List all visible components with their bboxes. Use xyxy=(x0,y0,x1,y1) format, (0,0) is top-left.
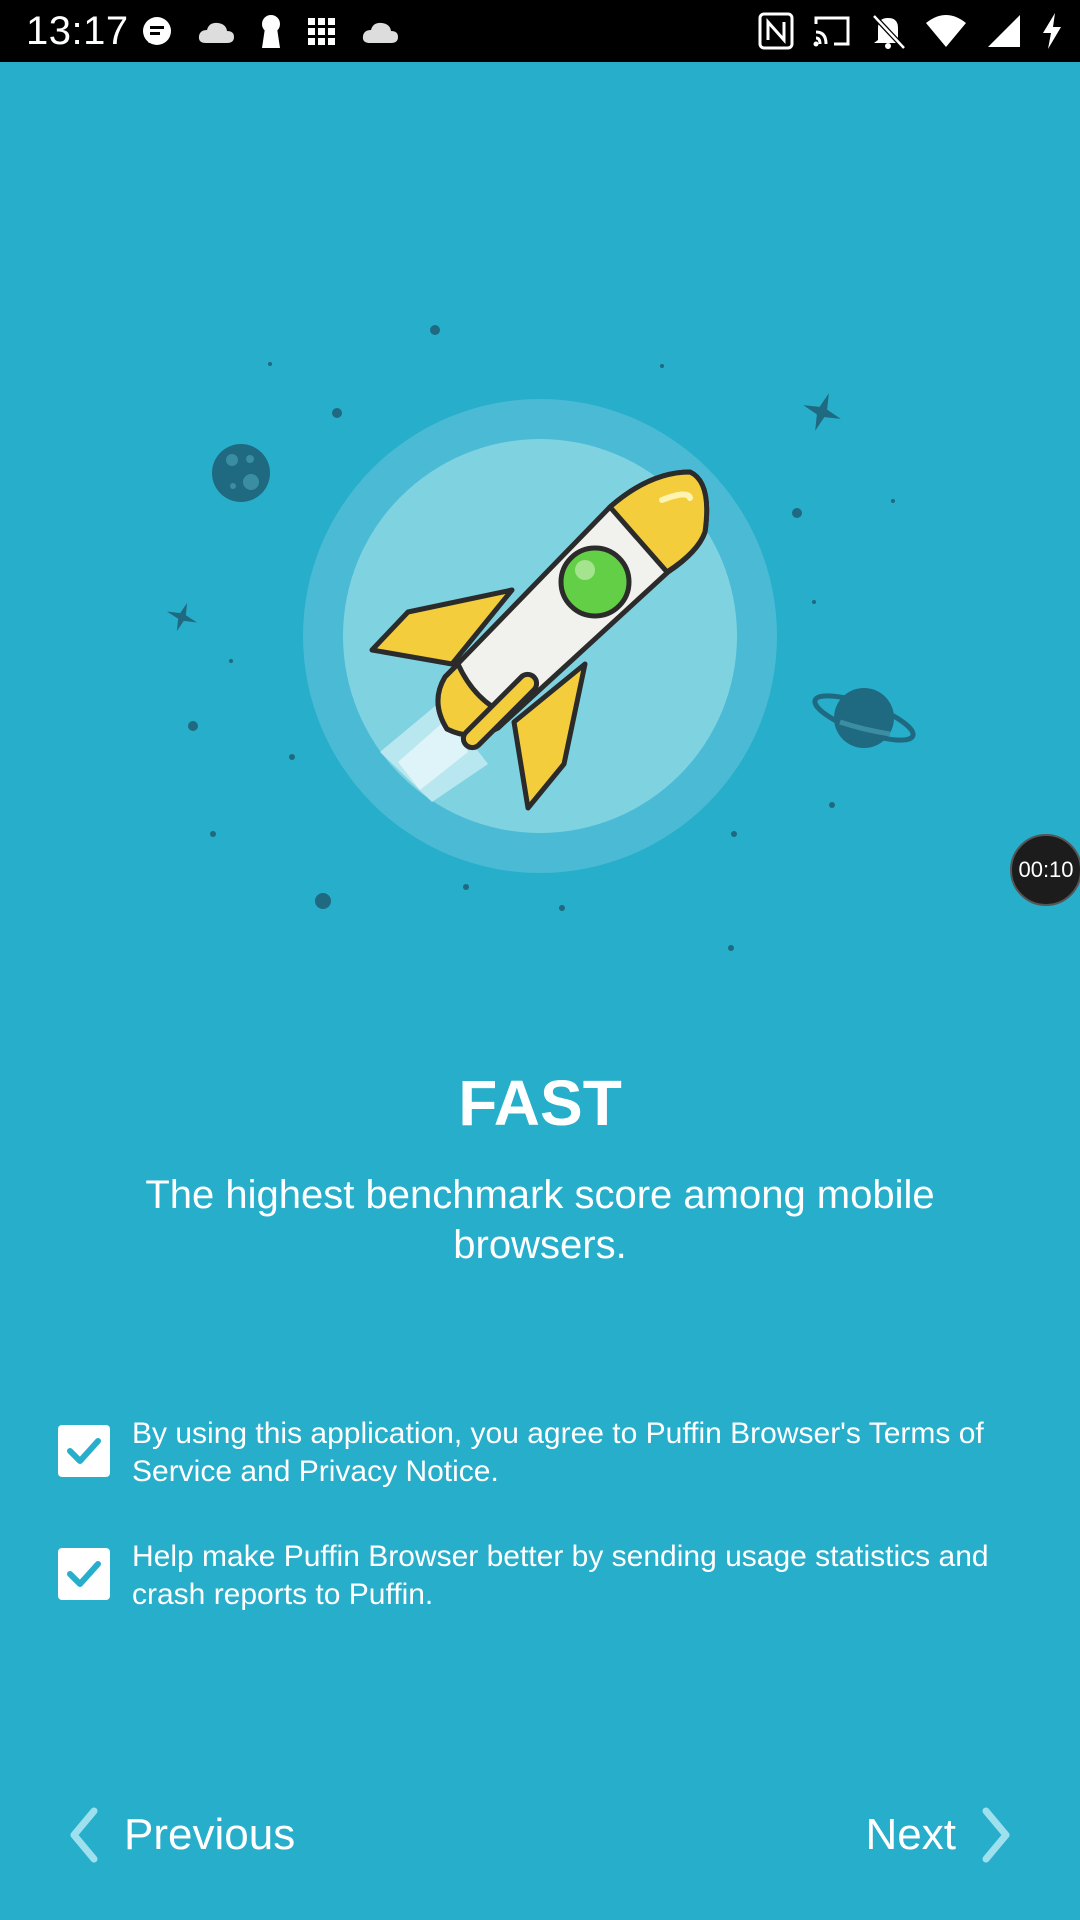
terms-checkbox[interactable] xyxy=(58,1425,110,1477)
previous-button[interactable]: Previous xyxy=(66,1800,295,1870)
feature-title: FAST xyxy=(458,1067,622,1139)
usage-stats-consent-row[interactable]: Help make Puffin Browser better by sendi… xyxy=(58,1538,1018,1614)
wifi-icon xyxy=(926,15,966,47)
notification-icons xyxy=(140,12,400,52)
terms-consent-row[interactable]: By using this application, you agree to … xyxy=(58,1415,1018,1491)
chevron-left-icon xyxy=(70,1807,98,1863)
terms-consent-label: By using this application, you agree to … xyxy=(132,1417,984,1488)
onboarding-screen: 00:10 xyxy=(0,62,1080,1920)
chat-bubble-icon xyxy=(143,17,171,45)
nfc-icon xyxy=(758,12,794,50)
rocket-illustration xyxy=(166,325,916,951)
checkmark-icon xyxy=(67,1438,101,1464)
chevron-right-icon xyxy=(982,1807,1010,1863)
previous-label: Previous xyxy=(124,1810,296,1859)
next-button[interactable]: Next xyxy=(866,1800,1014,1870)
moon-icon xyxy=(212,444,270,502)
bell-off-icon xyxy=(872,14,906,50)
keyhole-icon xyxy=(262,15,280,48)
feature-description: The highest benchmark score among mobile… xyxy=(145,1173,935,1267)
status-time: 13:17 xyxy=(26,9,129,53)
cloud-icon xyxy=(198,22,234,43)
next-label: Next xyxy=(865,1810,956,1859)
recording-timer-badge[interactable]: 00:10 xyxy=(1010,834,1080,906)
cast-icon xyxy=(813,16,850,47)
charging-icon xyxy=(1043,13,1061,49)
cloud-icon xyxy=(362,22,398,43)
system-icons xyxy=(758,10,1064,52)
usage-stats-checkbox[interactable] xyxy=(58,1548,110,1600)
status-bar: 13:17 xyxy=(0,0,1080,62)
grid-icon xyxy=(308,18,335,45)
checkmark-icon xyxy=(67,1561,101,1587)
ringed-planet-icon xyxy=(812,688,916,748)
usage-stats-consent-label: Help make Puffin Browser better by sendi… xyxy=(132,1540,989,1611)
signal-icon xyxy=(988,15,1020,47)
